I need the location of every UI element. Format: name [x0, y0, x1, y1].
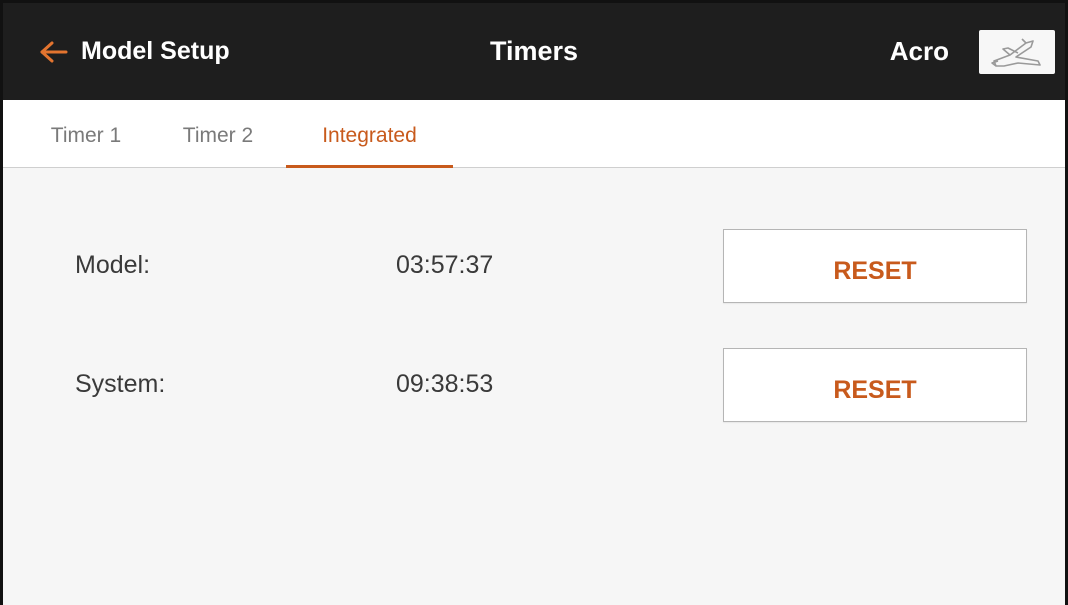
- tab-timer-1[interactable]: Timer 1: [36, 100, 136, 167]
- reset-model-timer-button[interactable]: RESET: [723, 229, 1027, 303]
- tab-integrated[interactable]: Integrated: [286, 100, 453, 168]
- model-timer-value: 03:57:37: [396, 251, 494, 279]
- header-bar: Model Setup Timers Acro: [3, 3, 1065, 100]
- system-timer-value: 09:38:53: [396, 370, 494, 398]
- system-timer-label: System:: [75, 370, 166, 398]
- tab-bar: Timer 1 Timer 2 Integrated: [3, 100, 1065, 168]
- timers-screen: Model Setup Timers Acro Timer 1 Timer 2 …: [0, 0, 1068, 605]
- tab-timer-2[interactable]: Timer 2: [168, 100, 268, 167]
- model-timer-label: Model:: [75, 251, 151, 279]
- airplane-icon[interactable]: [979, 30, 1055, 74]
- model-name: Acro: [889, 36, 949, 66]
- back-arrow-icon: [40, 41, 68, 62]
- back-button[interactable]: Model Setup: [39, 3, 230, 100]
- reset-system-timer-button[interactable]: RESET: [723, 348, 1027, 422]
- back-label: Model Setup: [81, 37, 230, 65]
